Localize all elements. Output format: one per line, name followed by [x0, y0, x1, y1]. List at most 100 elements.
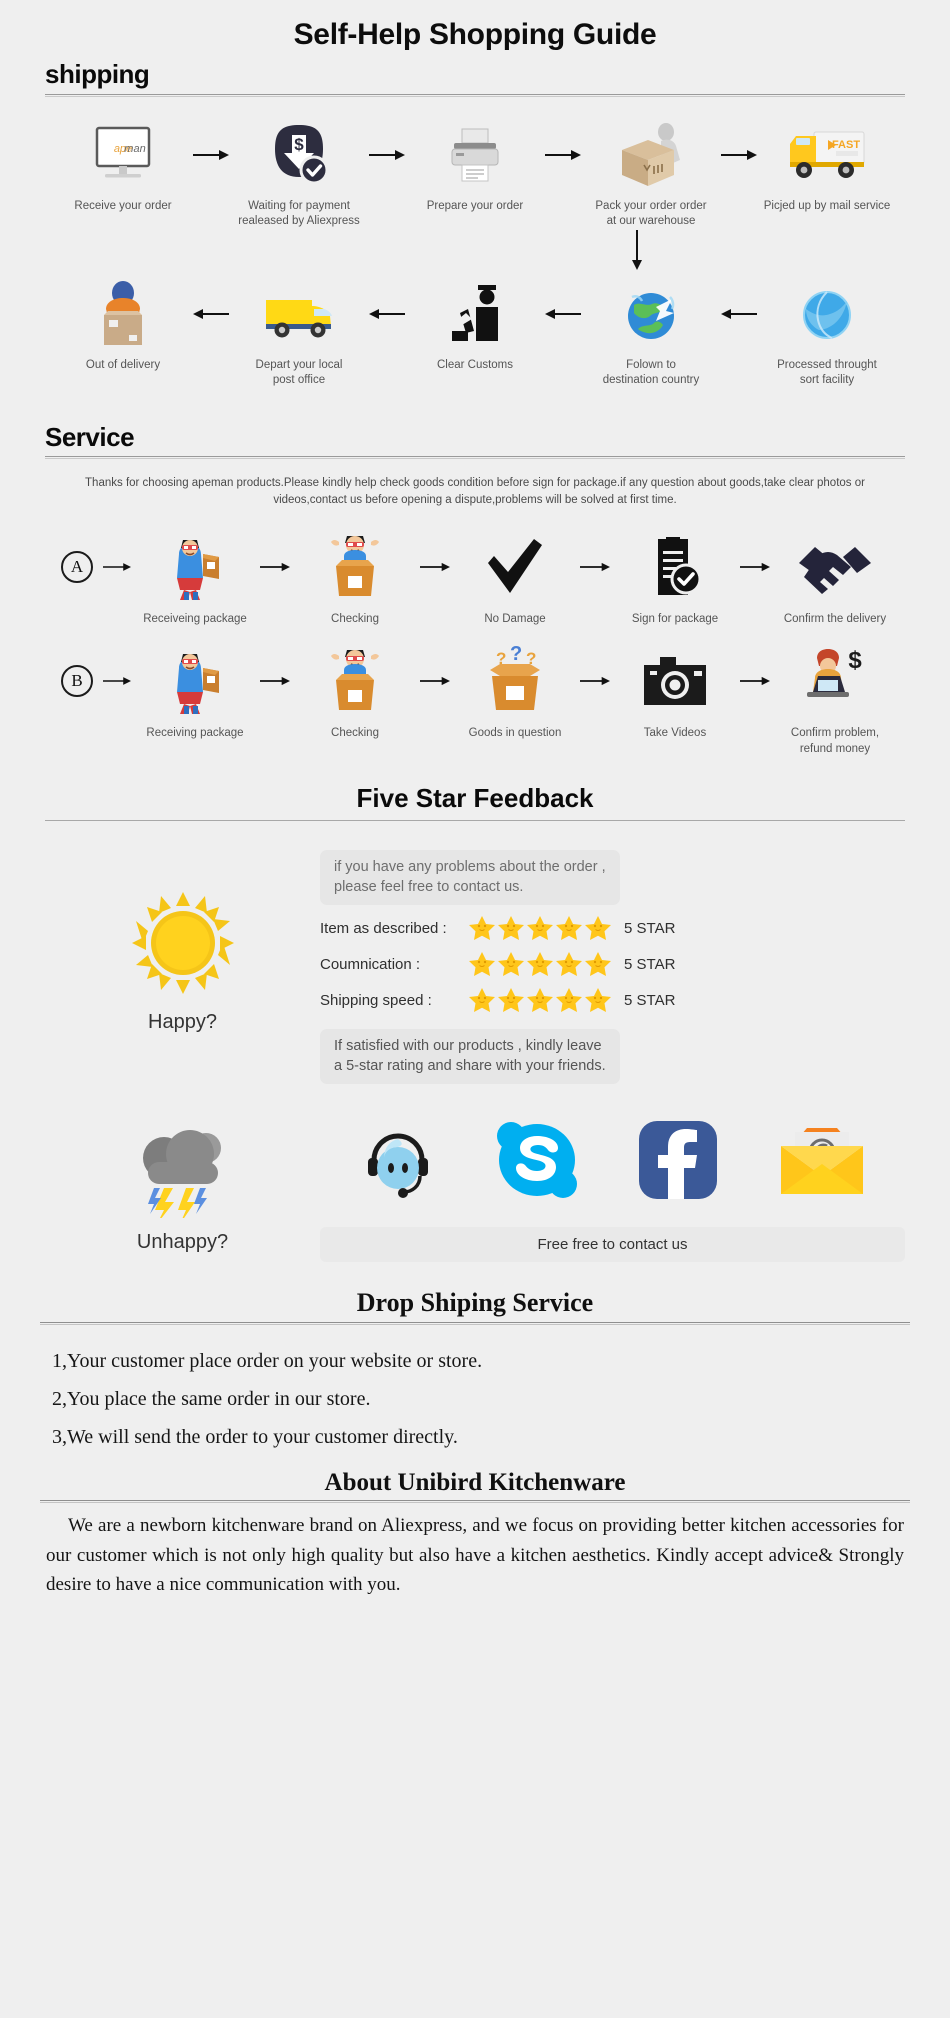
service-badge-letter: B [61, 665, 93, 698]
shopping-guide-page: Self-Help Shopping Guide shipping ape ma… [0, 0, 950, 1600]
refund-person-icon: $ [799, 645, 871, 717]
service-flow-row-a: A Receiveing package Checking No Damage … [0, 531, 950, 628]
shipping-step-label: Out of delivery [85, 358, 161, 371]
shipping-step: Out of delivery [57, 278, 189, 374]
yellow-van-icon [256, 278, 342, 350]
facebook-icon[interactable] [636, 1118, 720, 1207]
flow-arrow-right-icon [100, 645, 134, 717]
flow-arrow-left-icon [189, 278, 233, 350]
service-step: Checking [294, 645, 416, 742]
service-step-label: Sign for package [631, 612, 719, 625]
feedback-body: Happy? if you have any problems about th… [0, 822, 950, 1085]
service-step: Sign for package [614, 531, 736, 628]
shipping-step: Processed throught sort facility [761, 278, 893, 389]
about-heading: About Unibird Kitchenware [324, 1469, 626, 1497]
shipping-step-label: Clear Customs [436, 358, 514, 371]
feedback-heading: Five Star Feedback [356, 783, 594, 814]
service-step-label: Take Videos [643, 727, 707, 740]
fast-truck-icon: FAST [784, 119, 870, 191]
rating-row: Coumnication : 5 STAR [320, 951, 905, 977]
shipping-step: Pack your order order at our warehouse [585, 119, 717, 230]
contact-us-button[interactable]: Free free to contact us [320, 1227, 905, 1263]
rating-value: 5 STAR [624, 955, 676, 973]
ratings-block: if you have any problems about the order… [320, 850, 905, 1085]
delivery-man-box-icon [92, 278, 154, 350]
star-rating [468, 987, 612, 1013]
flow-arrow-right-icon [365, 119, 409, 191]
feedback-top-bubble: if you have any problems about the order… [320, 850, 620, 906]
rating-label: Item as described : [320, 919, 447, 937]
shipping-divider [45, 93, 905, 97]
customs-officer-icon [442, 278, 508, 350]
flow-arrow-right-icon [416, 531, 454, 603]
superhero-package-icon [162, 531, 228, 603]
flow-arrow-down-icon [630, 229, 644, 275]
svg-text:FAST: FAST [832, 139, 860, 151]
flow-arrow-left-icon [365, 278, 409, 350]
packing-box-worker-icon [614, 119, 688, 191]
signed-document-icon [646, 531, 704, 603]
shipping-step-label: Processed throught sort facility [777, 358, 877, 387]
flow-arrow-right-icon [541, 119, 585, 191]
flow-arrow-right-icon [256, 531, 294, 603]
shipping-heading: shipping [45, 59, 150, 89]
question-box-icon: ? ? ? [480, 645, 550, 717]
hero-open-box-icon [322, 531, 388, 603]
contact-channels: Free free to contact us [320, 1118, 905, 1263]
skype-icon[interactable] [495, 1118, 579, 1207]
superhero-package-icon [162, 645, 228, 717]
flow-arrow-right-icon [256, 645, 294, 717]
shipping-step: ape man Receive your order [57, 119, 189, 215]
payment-dollar-icon: $ [266, 119, 332, 191]
svg-text:man: man [124, 143, 145, 155]
flow-down-arrow-row [0, 229, 950, 275]
rating-row: Shipping speed : 5 STAR [320, 987, 905, 1013]
shipping-step: Depart your local post office [233, 278, 365, 389]
service-step: Receiveing package [134, 531, 256, 628]
service-step-label: No Damage [484, 612, 546, 625]
flow-arrow-right-icon [576, 645, 614, 717]
shipping-step-label: Depart your local post office [255, 358, 343, 387]
unhappy-block: Unhappy? [45, 1118, 320, 1254]
rating-value: 5 STAR [624, 919, 676, 937]
shipping-step: $ Waiting for payment realeased by Aliex… [233, 119, 365, 230]
service-step-label: Receiving package [146, 727, 244, 740]
shipping-step-label: Pack your order order at our warehouse [595, 199, 707, 228]
shipping-step-label: Folown to destination country [602, 358, 700, 387]
rating-row: Item as described : 5 STAR [320, 915, 905, 941]
happy-block: Happy? [45, 850, 320, 1084]
service-step: Take Videos [614, 645, 736, 742]
email-envelope-icon[interactable] [777, 1122, 867, 1203]
shipping-step: Folown to destination country [585, 278, 717, 389]
service-flow-row-b: B Receiving package Checking ? ? ? Goods… [0, 645, 950, 757]
trademanager-headset-icon[interactable] [358, 1120, 438, 1205]
flow-arrow-right-icon [717, 119, 761, 191]
svg-text:$: $ [848, 647, 862, 674]
flow-arrow-right-icon [576, 531, 614, 603]
service-step: Checking [294, 531, 416, 628]
shipping-step: Clear Customs [409, 278, 541, 374]
feedback-bottom-bubble: If satisfied with our products , kindly … [320, 1029, 620, 1085]
shipping-flow-row-2: Out of delivery Depart your local post o… [0, 278, 950, 389]
service-badge-letter: A [61, 550, 93, 583]
shipping-step: Prepare your order [409, 119, 541, 215]
service-step-label: Receiveing package [143, 612, 247, 625]
flow-arrow-right-icon [416, 645, 454, 717]
service-step-label: Checking [331, 727, 379, 740]
sun-icon [128, 888, 238, 1003]
svg-text:$: $ [294, 135, 304, 154]
rating-value: 5 STAR [624, 991, 676, 1009]
service-row-badge-a: A [54, 531, 100, 603]
flow-arrow-right-icon [100, 531, 134, 603]
unhappy-label: Unhappy? [136, 1231, 229, 1254]
flow-arrow-left-icon [717, 278, 761, 350]
service-step: Confirm the delivery [774, 531, 896, 628]
blue-globe-icon [796, 278, 858, 350]
service-row-badge-b: B [54, 645, 100, 717]
globe-plane-icon [620, 278, 682, 350]
service-step-label: Confirm the delivery [783, 612, 887, 625]
storm-cloud-icon [128, 1118, 238, 1225]
dropship-heading: Drop Shiping Service [356, 1288, 594, 1318]
shipping-step-label: Waiting for payment realeased by Aliexpr… [238, 199, 360, 228]
service-step: ? ? ? Goods in question [454, 645, 576, 742]
